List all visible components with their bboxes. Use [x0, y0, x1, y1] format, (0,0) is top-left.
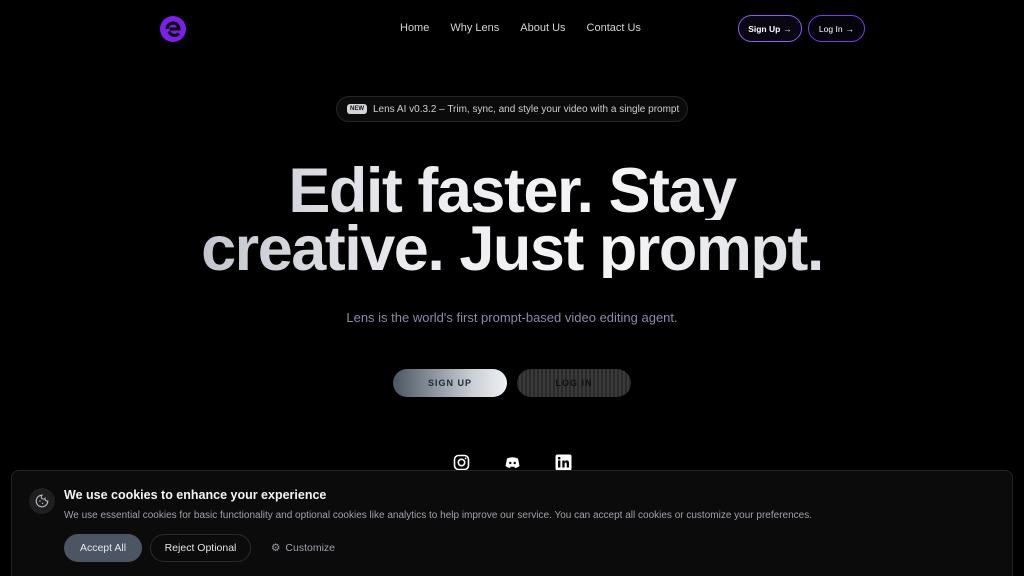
discord-icon[interactable]: [504, 454, 521, 471]
announcement-text: Lens AI v0.3.2 – Trim, sync, and style y…: [373, 103, 680, 115]
arrow-right-icon: →: [783, 23, 792, 34]
hero-headline: Edit faster. Stay creative. Just prompt.: [0, 160, 1024, 281]
announcement-pill[interactable]: NEW Lens AI v0.3.2 – Trim, sync, and sty…: [336, 96, 688, 122]
cookie-title: We use cookies to enhance your experienc…: [64, 488, 327, 502]
login-button[interactable]: Log In →: [808, 15, 865, 42]
nav-link-about-us[interactable]: About Us: [520, 22, 565, 34]
hero-subtitle: Lens is the world's first prompt-based v…: [346, 310, 678, 325]
nav-link-home[interactable]: Home: [400, 22, 429, 34]
top-navigation: Home Why Lens About Us Contact Us Sign U…: [0, 0, 1024, 58]
lens-logo-icon[interactable]: [159, 15, 187, 43]
nav-link-contact-us[interactable]: Contact Us: [587, 22, 641, 34]
accept-all-button[interactable]: Accept All: [64, 534, 142, 562]
cookie-banner: We use cookies to enhance your experienc…: [11, 470, 1013, 576]
signup-label: Sign Up: [748, 23, 781, 34]
instagram-icon[interactable]: [453, 454, 470, 471]
signup-button[interactable]: Sign Up →: [738, 15, 802, 42]
nav-link-why-lens[interactable]: Why Lens: [450, 22, 499, 34]
new-badge: NEW: [347, 104, 367, 114]
headline-line-2: creative. Just prompt.: [0, 218, 1024, 281]
customize-label: Customize: [285, 542, 336, 554]
customize-button[interactable]: ⚙ Customize: [268, 534, 338, 562]
linkedin-icon[interactable]: [555, 454, 572, 471]
hero-login-button[interactable]: LOG IN: [517, 369, 631, 397]
reject-optional-button[interactable]: Reject Optional: [150, 534, 251, 562]
nav-links: Home Why Lens About Us Contact Us: [400, 22, 662, 34]
social-links: [453, 454, 572, 471]
arrow-right-icon: →: [845, 23, 855, 34]
cookie-icon: [29, 488, 55, 514]
headline-line-1: Edit faster. Stay: [0, 160, 1024, 223]
cookie-description: We use essential cookies for basic funct…: [64, 510, 812, 521]
auth-buttons: Sign Up → Log In →: [738, 15, 865, 42]
login-label: Log In: [818, 23, 843, 34]
gear-icon: ⚙: [270, 542, 281, 554]
hero-signup-button[interactable]: SIGN UP: [393, 369, 507, 397]
